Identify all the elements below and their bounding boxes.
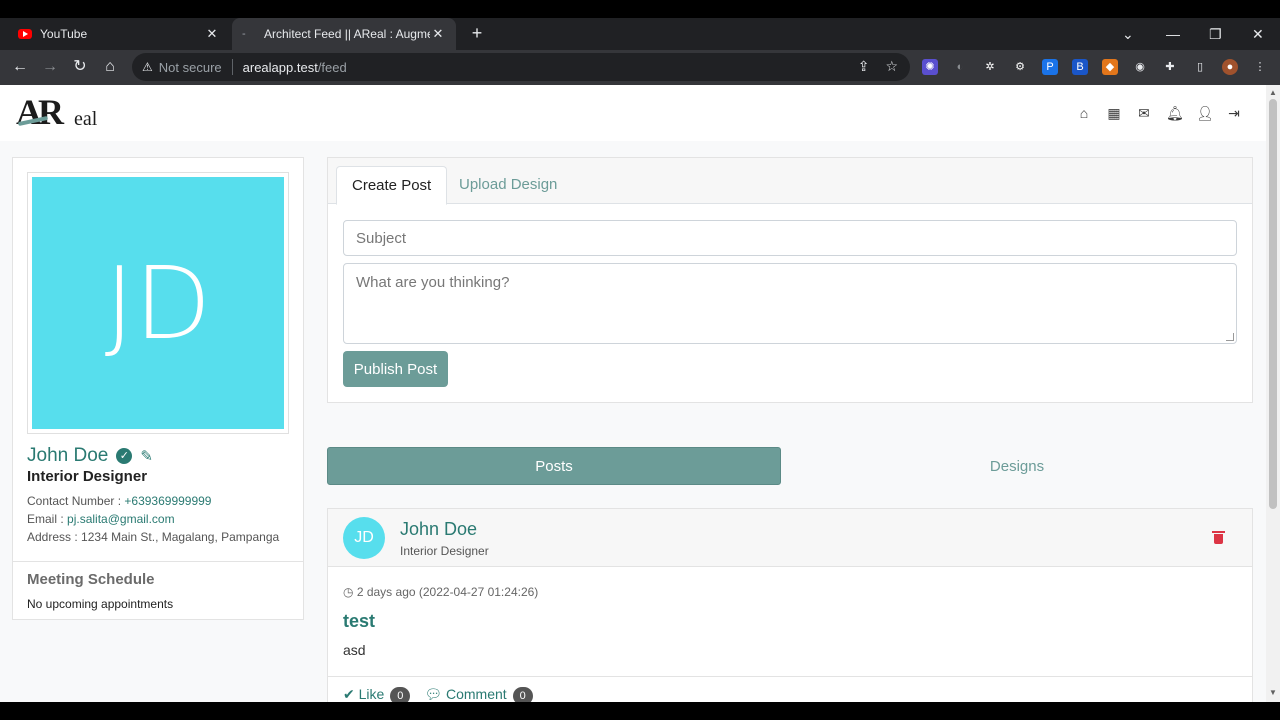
home-button[interactable]: ⌂	[100, 58, 120, 76]
restore-button[interactable]: ❐	[1209, 18, 1222, 50]
camera-icon[interactable]: ◉	[1132, 59, 1148, 75]
web-page: AR eal ⌂ ▦ ✉ 🔔︎ 👤︎ ⇥ JD John Doe ✓ ✎ Int…	[0, 85, 1266, 702]
publish-post-button[interactable]: Publish Post	[343, 351, 448, 387]
loading-icon: -	[242, 28, 246, 40]
posts-toggle-button[interactable]: Posts	[327, 447, 781, 485]
comment-icon: 💬︎	[424, 686, 443, 702]
profile-name-row: John Doe ✓ ✎	[27, 445, 153, 467]
side-panel-icon[interactable]: ▯	[1192, 59, 1208, 75]
meeting-schedule-title: Meeting Schedule	[27, 571, 155, 588]
warning-icon: ⚠	[142, 60, 153, 74]
divider	[328, 676, 1252, 677]
gear-icon[interactable]: ⚙	[1012, 59, 1028, 75]
address: Address : 1234 Main St., Magalang, Pampa…	[27, 530, 280, 544]
user-icon[interactable]: 👤︎	[1196, 105, 1214, 122]
verified-check-icon: ✓	[116, 448, 133, 464]
contact-number: Contact Number : +639369999999	[27, 494, 212, 508]
areal-logo[interactable]: AR eal	[16, 92, 106, 133]
composer-tabs: Create Post Upload Design	[328, 158, 1252, 205]
bell-icon[interactable]: 🔔︎	[1166, 105, 1184, 122]
security-label: Not secure	[158, 59, 222, 75]
new-tab-button[interactable]: +	[468, 24, 486, 42]
post-author[interactable]: John Doe	[400, 519, 477, 540]
subject-input[interactable]: Subject	[343, 220, 1237, 256]
profile-name: John Doe	[27, 445, 109, 466]
post-header: JD John Doe Interior Designer	[328, 509, 1252, 567]
like-count-badge: 0	[390, 687, 411, 702]
extension-icon[interactable]: B	[1072, 59, 1088, 75]
browser-tab-feed[interactable]: - Architect Feed || AReal : Augmen ✕	[232, 18, 456, 50]
post-timestamp: ◷ 2 days ago (2022-04-27 01:24:26)	[343, 585, 539, 599]
site-navbar: AR eal ⌂ ▦ ✉ 🔔︎ 👤︎ ⇥	[0, 85, 1266, 141]
browser-tab-youtube[interactable]: YouTube ✕	[8, 18, 230, 50]
scrollbar-thumb[interactable]	[1269, 99, 1277, 509]
envelope-icon[interactable]: ✉	[1136, 105, 1152, 122]
tab-search-icon[interactable]: ⌄	[1122, 18, 1134, 50]
edit-pencil-icon[interactable]: ✎	[140, 447, 153, 465]
feed-post: JD John Doe Interior Designer ◷ 2 days a…	[327, 508, 1253, 702]
post-author-role: Interior Designer	[400, 544, 489, 558]
like-button[interactable]: ✔ Like 0	[343, 686, 411, 702]
calendar-icon[interactable]: ▦	[1106, 105, 1122, 122]
post-body: asd	[343, 642, 366, 658]
minimize-button[interactable]: —	[1166, 18, 1180, 50]
comment-count-badge: 0	[512, 687, 533, 702]
profile-card: JD John Doe ✓ ✎ Interior Designer Contac…	[12, 157, 304, 620]
scroll-up-icon[interactable]: ▲	[1269, 88, 1277, 97]
tab-title: YouTube	[40, 27, 88, 41]
puzzle-icon[interactable]: ✚	[1162, 59, 1178, 75]
email: Email : pj.salita@gmail.com	[27, 512, 175, 526]
forward-button[interactable]: →	[40, 58, 60, 76]
comment-button[interactable]: 💬︎ Comment 0	[424, 686, 533, 702]
close-window-button[interactable]: ✕	[1252, 18, 1264, 50]
avatar: JD	[32, 177, 284, 429]
browser-tab-bar: YouTube ✕ - Architect Feed || AReal : Au…	[0, 18, 1280, 50]
clock-icon: ◷	[343, 585, 354, 599]
extension-icon[interactable]: ◐	[952, 59, 968, 75]
post-composer: Create Post Upload Design Subject What a…	[327, 157, 1253, 403]
tab-create-post[interactable]: Create Post	[336, 166, 448, 205]
tab-upload-design[interactable]: Upload Design	[444, 166, 572, 205]
bottom-bar	[0, 702, 1280, 720]
reload-button[interactable]: ↻	[70, 58, 90, 76]
close-tab-icon[interactable]: ✕	[430, 26, 446, 42]
menu-icon[interactable]: ⋮	[1252, 59, 1268, 75]
trash-icon[interactable]	[1212, 531, 1225, 544]
url-text: arealapp.test/feed	[242, 59, 347, 75]
extension-icon[interactable]: ✺	[922, 59, 938, 75]
check-circle-icon: ✔	[343, 686, 355, 702]
meeting-empty-text: No upcoming appointments	[27, 597, 174, 611]
divider	[231, 59, 233, 75]
resize-handle-icon[interactable]	[1226, 333, 1234, 341]
address-bar[interactable]: ⚠ Not secure arealapp.test/feed ⇪ ☆	[132, 53, 910, 81]
divider	[13, 561, 303, 562]
post-actions: ✔ Like 0 💬︎ Comment 0	[343, 686, 533, 702]
youtube-icon	[18, 29, 32, 39]
back-button[interactable]: ←	[10, 58, 30, 76]
designs-toggle-button[interactable]: Designs	[781, 447, 1253, 485]
post-title: test	[343, 611, 376, 631]
star-icon[interactable]: ☆	[885, 58, 898, 75]
avatar[interactable]: JD	[343, 517, 385, 559]
tab-title: Architect Feed || AReal : Augmen	[264, 27, 430, 41]
metamask-icon[interactable]: ◆	[1102, 59, 1118, 75]
scroll-down-icon[interactable]: ▼	[1269, 688, 1277, 697]
page-scrollbar[interactable]: ▲ ▼	[1266, 85, 1280, 702]
nav-icons: ⌂ ▦ ✉ 🔔︎ 👤︎ ⇥	[1076, 105, 1242, 122]
share-icon[interactable]: ⇪	[858, 58, 870, 75]
post-body-textarea[interactable]: What are you thinking?	[343, 263, 1237, 344]
close-tab-icon[interactable]: ✕	[204, 26, 220, 42]
profile-role: Interior Designer	[27, 468, 148, 485]
browser-toolbar: ← → ↻ ⌂ ⚠ Not secure arealapp.test/feed …	[0, 50, 1280, 85]
avatar-frame: JD	[27, 172, 289, 434]
sign-out-icon[interactable]: ⇥	[1226, 105, 1242, 122]
home-icon[interactable]: ⌂	[1076, 105, 1092, 122]
extension-icon[interactable]: ✲	[982, 59, 998, 75]
extension-icon[interactable]: P	[1042, 59, 1058, 75]
profile-avatar[interactable]: ●	[1222, 59, 1238, 75]
